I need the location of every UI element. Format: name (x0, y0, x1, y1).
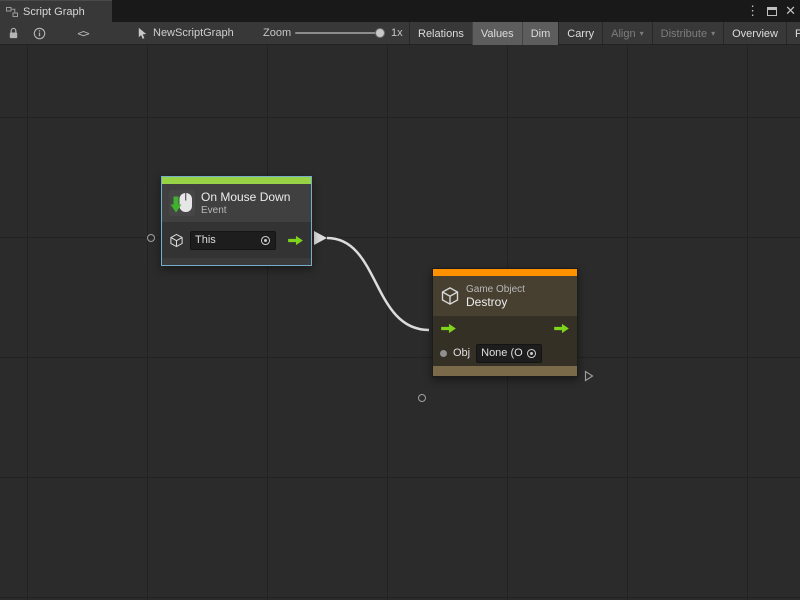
toolbar-button-full-sc[interactable]: Full Sc (786, 22, 800, 45)
graph-toolbar: <> NewScriptGraph Zoom 1x RelationsValue… (0, 22, 800, 45)
tab-label: Script Graph (23, 6, 85, 18)
node-subtitle: Event (201, 205, 290, 216)
toolbar-button-dim[interactable]: Dim (522, 22, 559, 45)
info-icon[interactable] (30, 22, 48, 44)
zoom-slider-handle[interactable] (375, 28, 385, 38)
flow-output-port[interactable] (553, 323, 570, 334)
obj-field[interactable]: None (O (476, 344, 542, 363)
game-object-icon (169, 233, 184, 248)
code-icon[interactable]: <> (74, 22, 92, 44)
graph-pointer-icon (136, 22, 149, 44)
node-title: On Mouse Down (201, 190, 290, 204)
obj-param-label: Obj (453, 347, 470, 359)
node-destroy[interactable]: Game Object Destroy Obj (432, 268, 578, 377)
script-graph-icon (6, 6, 18, 18)
graph-breadcrumb[interactable]: NewScriptGraph (153, 22, 234, 44)
node-footer (162, 258, 311, 265)
destroy-accent-bar (433, 269, 577, 276)
zoom-slider[interactable] (295, 32, 385, 34)
obj-input-port[interactable] (418, 394, 426, 402)
maximize-icon[interactable] (767, 7, 777, 16)
mouse-down-icon (169, 190, 195, 216)
node-footer (433, 366, 577, 376)
node-on-mouse-down[interactable]: On Mouse Down Event This (161, 176, 312, 266)
flow-input-port[interactable] (440, 323, 457, 334)
node-category: Game Object (466, 284, 525, 295)
flow-output-port[interactable] (287, 235, 304, 246)
zoom-label: Zoom (263, 22, 291, 44)
target-field[interactable]: This (190, 231, 276, 250)
target-input-port[interactable] (147, 234, 155, 242)
close-icon[interactable]: ✕ (785, 0, 796, 22)
toolbar-button-carry[interactable]: Carry (558, 22, 602, 45)
toolbar-button-distribute[interactable]: Distribute▾ (652, 22, 723, 45)
toolbar-buttons: RelationsValuesDimCarryAlign▾Distribute▾… (409, 22, 800, 45)
window-menu-icon[interactable]: ⋮ (746, 0, 759, 22)
graph-canvas[interactable]: On Mouse Down Event This (0, 45, 800, 600)
toolbar-button-overview[interactable]: Overview (723, 22, 786, 45)
object-picker-icon[interactable] (526, 348, 537, 359)
game-object-icon (440, 286, 460, 306)
object-picker-icon[interactable] (260, 235, 271, 246)
zoom-value: 1x (391, 22, 403, 44)
event-accent-bar (162, 177, 311, 184)
connection-wire[interactable] (0, 45, 800, 600)
toolbar-button-align[interactable]: Align▾ (602, 22, 651, 45)
script-graph-window: Script Graph ⋮ ✕ <> (0, 0, 800, 600)
titlebar: Script Graph ⋮ ✕ (0, 0, 800, 22)
flow-continue-port[interactable] (584, 370, 594, 382)
lock-icon[interactable] (4, 22, 22, 44)
tab-script-graph[interactable]: Script Graph (0, 0, 112, 22)
node-title: Destroy (466, 295, 525, 309)
toolbar-button-relations[interactable]: Relations (409, 22, 472, 45)
obj-value-port[interactable] (440, 350, 447, 357)
toolbar-button-values[interactable]: Values (472, 22, 522, 45)
